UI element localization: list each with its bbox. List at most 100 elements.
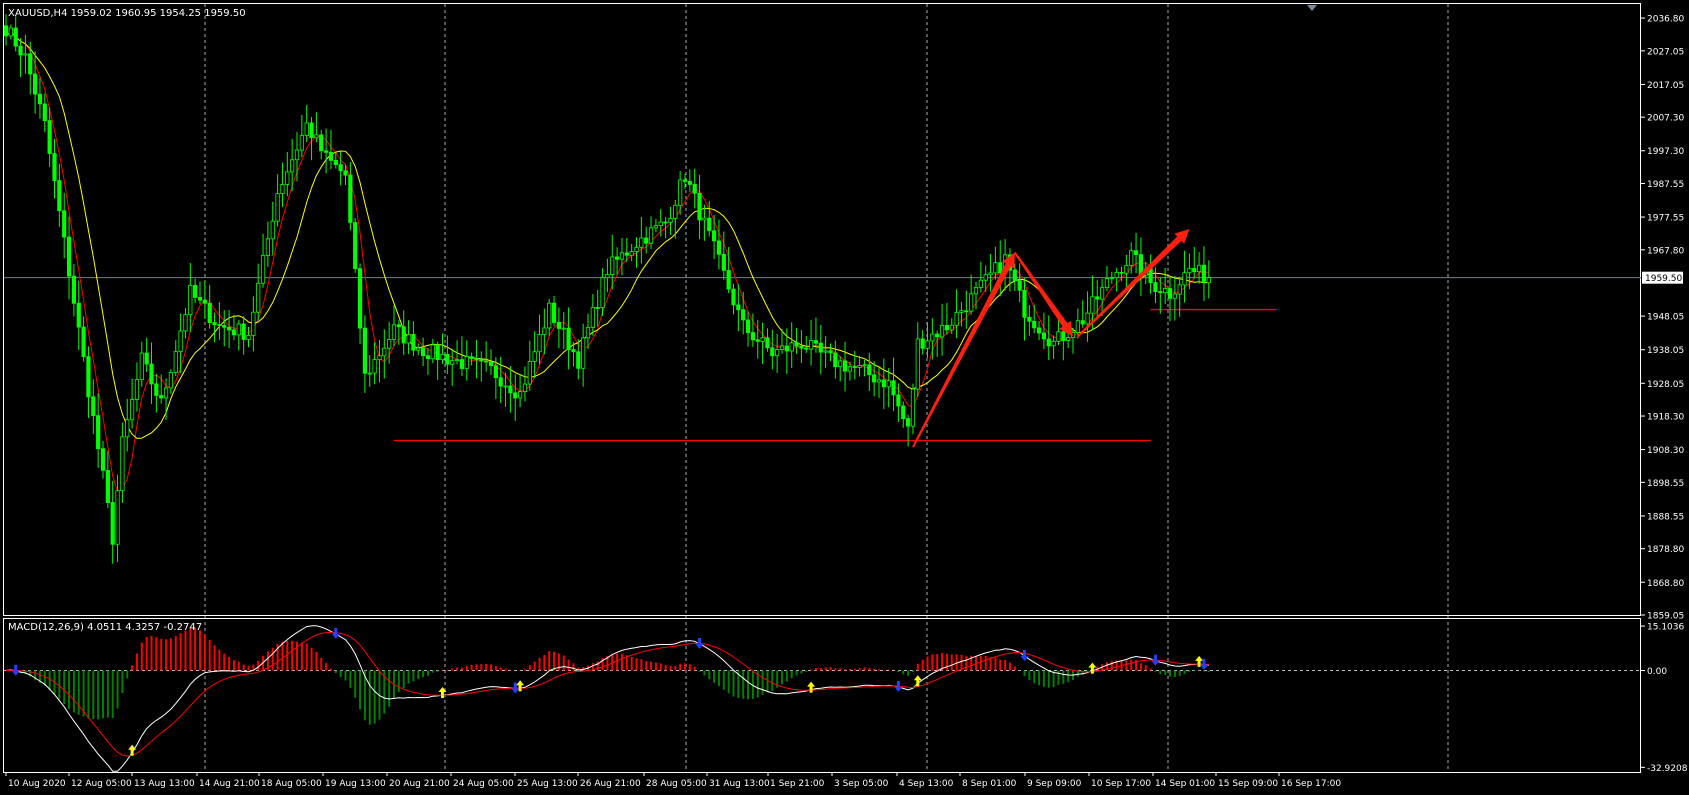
candle-body xyxy=(197,297,203,301)
candle-body xyxy=(920,338,925,349)
candle-body xyxy=(357,268,363,329)
candle-body xyxy=(949,324,954,331)
candle-body xyxy=(556,322,562,329)
price-tick-label: 1868.80 xyxy=(1647,579,1684,589)
price-tick-label: 1859.05 xyxy=(1647,612,1684,622)
time-tick-label: 12 Aug 05:00 xyxy=(71,779,132,789)
time-tick-label: 28 Aug 05:00 xyxy=(646,779,707,789)
candle-body xyxy=(66,236,72,277)
candle-body xyxy=(387,338,392,349)
candle-body xyxy=(425,355,431,360)
candle-body xyxy=(566,327,571,350)
time-tick-label: 20 Aug 21:00 xyxy=(389,779,450,789)
candle-body xyxy=(1022,289,1027,318)
candle-body xyxy=(231,329,237,336)
price-tick-label: 2007.30 xyxy=(1647,114,1684,124)
candle-body xyxy=(891,380,896,396)
candle-body xyxy=(86,356,91,398)
candle-body xyxy=(1158,291,1163,294)
candle-body xyxy=(1153,282,1158,292)
candle-body xyxy=(1095,296,1100,300)
candle-body xyxy=(503,385,508,388)
candle-body xyxy=(794,342,799,347)
candle-body xyxy=(818,342,823,353)
candle-body xyxy=(605,274,610,279)
candle-body xyxy=(692,184,697,194)
candle-body xyxy=(188,285,193,316)
price-tick-label: 1918.30 xyxy=(1647,413,1684,423)
candle-body xyxy=(149,363,154,385)
candle-body xyxy=(270,220,275,240)
candle-body xyxy=(804,347,809,350)
candle-body xyxy=(1017,280,1022,291)
candle-body xyxy=(988,272,993,276)
candle-body xyxy=(852,366,857,369)
candle-body xyxy=(207,302,212,323)
candle-body xyxy=(527,361,532,385)
candle-body xyxy=(682,179,688,182)
candle-body xyxy=(619,252,625,260)
candle-body xyxy=(28,53,33,75)
candle-body xyxy=(1066,337,1071,341)
candle-body xyxy=(741,309,746,321)
candle-body xyxy=(644,237,649,244)
candle-body xyxy=(639,237,644,248)
candle-body xyxy=(309,122,314,139)
candle-body xyxy=(653,225,659,229)
candle-body xyxy=(81,326,86,358)
candle-body xyxy=(236,323,241,336)
candle-body xyxy=(842,360,848,372)
candle-body xyxy=(663,221,668,224)
candle-body xyxy=(362,327,368,374)
candle-body xyxy=(1177,284,1182,295)
candle-body xyxy=(256,282,261,313)
candle-body xyxy=(1182,272,1187,286)
candle-body xyxy=(847,366,853,372)
candle-body xyxy=(134,379,140,400)
candle-body xyxy=(47,120,52,154)
candle-body xyxy=(52,153,57,181)
candle-body xyxy=(377,355,382,361)
candle-body xyxy=(716,240,722,255)
candle-body xyxy=(416,347,421,351)
candle-body xyxy=(1080,320,1085,325)
time-tick-label: 16 Sep 17:00 xyxy=(1281,779,1341,789)
candle-body xyxy=(469,356,474,359)
candle-body xyxy=(828,350,833,354)
candle-body xyxy=(159,395,164,399)
candle-body xyxy=(115,490,120,545)
time-tick-label: 14 Aug 21:00 xyxy=(199,779,260,789)
candle-body xyxy=(648,227,654,244)
candle-body xyxy=(37,93,43,105)
candle-body xyxy=(634,246,639,252)
candle-body xyxy=(285,171,290,185)
candle-body xyxy=(91,396,96,417)
price-tick-label: 2027.05 xyxy=(1647,47,1684,57)
price-tick-label: 1997.30 xyxy=(1647,147,1684,157)
candle-body xyxy=(450,360,455,365)
price-tick-label: 1888.55 xyxy=(1647,512,1684,522)
candle-body xyxy=(1051,341,1056,347)
candle-body xyxy=(338,164,343,172)
candle-body xyxy=(18,45,23,56)
candle-body xyxy=(1148,268,1153,283)
candle-body xyxy=(590,307,595,328)
candle-body xyxy=(23,53,28,56)
candle-body xyxy=(1201,264,1207,284)
candle-body xyxy=(430,344,435,360)
candle-body xyxy=(983,274,988,281)
candle-body xyxy=(508,385,513,394)
candle-body xyxy=(629,251,634,256)
candle-body xyxy=(1012,269,1017,282)
candle-body xyxy=(173,351,178,373)
candle-body xyxy=(896,394,901,407)
candle-body xyxy=(1197,264,1202,273)
candle-body xyxy=(581,337,586,369)
candle-body xyxy=(775,349,780,357)
candle-body xyxy=(1167,288,1173,299)
candle-body xyxy=(435,344,440,361)
candle-body xyxy=(518,391,523,399)
candle-body xyxy=(1172,293,1177,299)
candle-body xyxy=(799,345,804,349)
candle-body xyxy=(721,253,726,271)
